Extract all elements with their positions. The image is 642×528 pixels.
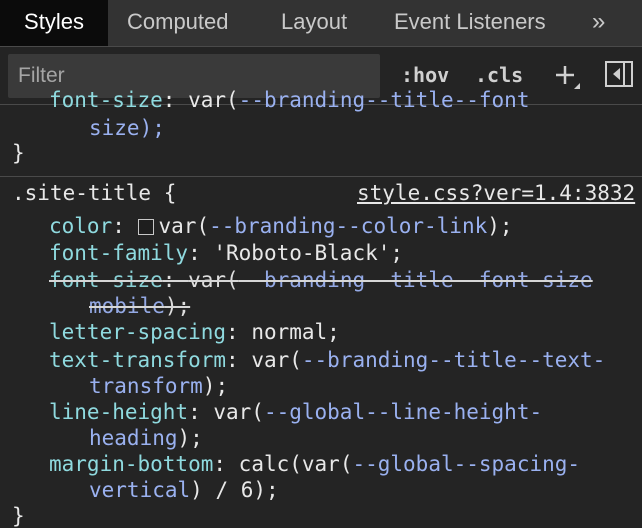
more-tabs-chevron-icon[interactable]: » — [592, 0, 605, 46]
decl-line-height[interactable]: line-height: var(--global--line-height- — [49, 400, 542, 424]
decl-font-size-overridden-cont: mobile); — [89, 294, 191, 318]
tab-styles[interactable]: Styles — [0, 0, 108, 46]
decl-margin-bottom[interactable]: margin-bottom: calc(var(--global--spacin… — [49, 452, 580, 476]
tab-layout[interactable]: Layout — [281, 0, 347, 46]
rule-close-brace: } — [12, 504, 25, 528]
prev-rule-declaration-cont: size); — [89, 116, 165, 140]
decl-margin-bottom-cont: vertical) / 6); — [89, 478, 279, 502]
plus-icon — [556, 66, 580, 89]
decl-font-size-overridden[interactable]: font-size: var(--branding--title--font-s… — [49, 268, 593, 292]
rule-selector[interactable]: .site-title { — [12, 181, 176, 205]
decl-text-transform-cont: transform); — [89, 374, 229, 398]
decl-text-transform[interactable]: text-transform: var(--branding--title--t… — [49, 348, 605, 372]
new-style-rule-button[interactable] — [550, 55, 580, 91]
prev-rule-close-brace: } — [12, 141, 25, 165]
decl-letter-spacing[interactable]: letter-spacing: normal; — [49, 320, 340, 344]
decl-font-family[interactable]: font-family: 'Roboto-Black'; — [49, 241, 403, 265]
decl-color[interactable]: color: var(--branding--color-link); — [49, 214, 513, 238]
devtools-sidebar-tabbar: Styles Computed Layout Event Listeners » — [0, 0, 642, 47]
tab-event-listeners[interactable]: Event Listeners — [394, 0, 546, 46]
color-swatch-icon[interactable] — [137, 219, 154, 235]
decl-line-height-cont: heading); — [89, 426, 203, 450]
tab-computed[interactable]: Computed — [127, 0, 229, 46]
sidebar-pane-icon — [605, 61, 633, 87]
rule-divider — [0, 176, 642, 177]
toggle-sidebar-button[interactable] — [604, 59, 634, 89]
rule-source-link[interactable]: style.css?ver=1.4:3832 — [357, 181, 635, 205]
prev-rule-declaration: font-size: var(--branding--title--font — [49, 88, 530, 112]
